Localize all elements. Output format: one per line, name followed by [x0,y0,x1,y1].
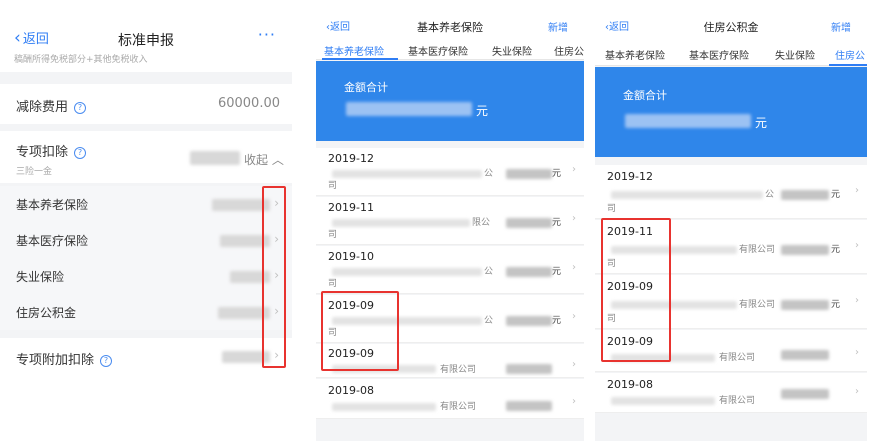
tab-bar: 基本养老保险 基本医疗保险 失业保险 住房公 [595,40,867,66]
tab-pension[interactable]: 基本养老保险 [605,47,665,62]
total-label: 金额合计 [623,89,667,102]
active-tab-indicator [322,58,398,60]
record-row[interactable]: 2019-08 有限公司 › [316,379,584,419]
tab-pension[interactable]: 基本养老保险 [324,43,384,58]
add-button[interactable]: 新增 [831,19,851,34]
chevron-right-icon: › [855,347,859,358]
tab-unemployment[interactable]: 失业保险 [492,43,532,58]
tab-housing-fund[interactable]: 住房公 [554,43,584,58]
record-row[interactable]: 2019-11 限公 司 元 › [316,197,584,245]
blank-area [0,376,292,441]
help-icon[interactable]: ? [100,354,113,367]
total-unit: 元 [755,116,768,130]
chevron-right-icon: › [855,295,859,306]
help-icon[interactable]: ? [74,146,87,159]
item-pension[interactable]: 基本养老保险 › [0,186,292,222]
deduction-row: 减除费用? 60000.00 [0,84,292,124]
active-tab-indicator [829,64,867,66]
chevron-right-icon: › [572,164,576,175]
record-row[interactable]: 2019-12 公 司 元 › [316,148,584,196]
additional-deduction-label: 专项附加扣除 [16,353,95,368]
nav-bar: ‹ 返回 标准申报 ··· [0,0,292,56]
special-deduction-sub: 三险一金 [16,167,53,177]
masked-total [625,114,751,128]
help-icon[interactable]: ? [74,101,87,114]
nav-bar: ‹返回 住房公积金 新增 [595,0,867,40]
tab-medical[interactable]: 基本医疗保险 [408,43,468,58]
highlight-box [262,186,286,368]
housing-fund-screen: ‹返回 住房公积金 新增 基本养老保险 基本医疗保险 失业保险 住房公 金额合计… [595,0,867,441]
item-medical[interactable]: 基本医疗保险 › [0,222,292,258]
total-label: 金额合计 [344,81,388,94]
page-title: 住房公积金 [703,21,759,34]
tab-housing-fund[interactable]: 住房公 [835,47,865,62]
masked-amount [190,151,240,165]
special-deduction-label: 专项扣除 [16,145,69,160]
total-banner: 金额合计 元 [316,61,584,141]
chevron-right-icon: › [572,213,576,224]
additional-deduction-row[interactable]: 专项附加扣除? › [0,338,292,376]
collapse-toggle[interactable]: 收起 ︿ [244,151,284,168]
nav-bar: ‹返回 基本养老保险 新增 [316,0,584,40]
add-button[interactable]: 新增 [548,19,568,34]
chevron-right-icon: › [855,185,859,196]
page-title: 基本养老保险 [417,21,483,34]
chevron-right-icon: › [572,359,576,370]
record-row[interactable]: 2019-10 公 司 元 › [316,246,584,294]
special-deduction-header[interactable]: 专项扣除? 三险一金 收起 ︿ [0,131,292,183]
record-row[interactable]: 2019-08 有限公司 › [595,373,867,413]
chevron-right-icon: › [572,262,576,273]
page-title: 标准申报 [118,33,174,49]
item-unemployment[interactable]: 失业保险 › [0,258,292,294]
tab-unemployment[interactable]: 失业保险 [775,47,815,62]
deduction-label: 减除费用 [16,100,69,115]
highlight-box [321,291,399,371]
deduction-value: 60000.00 [217,96,280,111]
chevron-right-icon: › [572,311,576,322]
tab-medical[interactable]: 基本医疗保险 [689,47,749,62]
record-row[interactable]: 2019-12 公 司 元 › [595,165,867,219]
masked-total [346,102,472,116]
total-banner: 金额合计 元 [595,67,867,157]
chevron-right-icon: › [855,386,859,397]
standard-declaration-screen: ‹ 返回 标准申报 ··· 稿酬所得免税部分+其他免税收入 减除费用? 60000… [0,0,292,441]
highlight-box [601,218,671,362]
tab-bar: 基本养老保险 基本医疗保险 失业保险 住房公 [316,38,584,60]
chevron-right-icon: › [855,240,859,251]
income-note: 稿酬所得免税部分+其他免税收入 [0,52,292,72]
more-icon[interactable]: ··· [258,25,276,44]
item-housing-fund[interactable]: 住房公积金 › [0,294,292,330]
pension-insurance-screen: ‹返回 基本养老保险 新增 基本养老保险 基本医疗保险 失业保险 住房公 金额合… [316,0,584,441]
chevron-right-icon: › [572,396,576,407]
total-unit: 元 [476,104,489,118]
